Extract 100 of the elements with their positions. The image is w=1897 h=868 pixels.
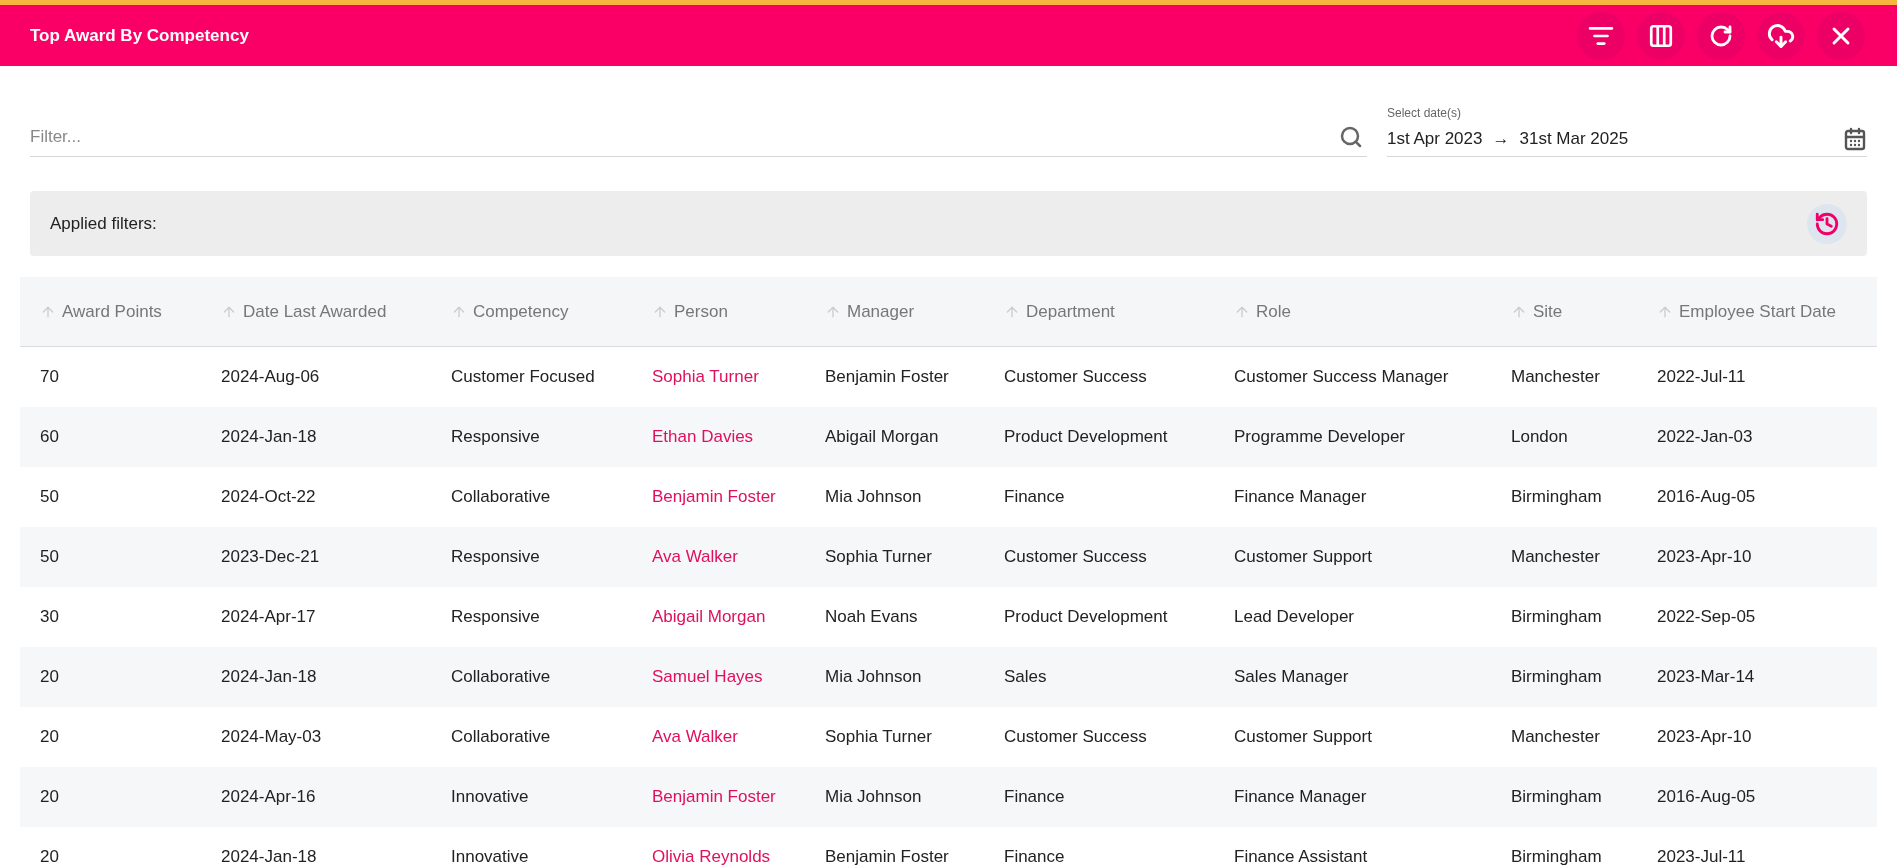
- table-cell-text: Birmingham: [1510, 486, 1603, 509]
- filter-icon[interactable]: [1577, 11, 1625, 60]
- table-cell-text: 2024-Jan-18: [220, 666, 318, 689]
- person-link[interactable]: Ava Walker: [632, 544, 805, 570]
- table-cell-text: Birmingham: [1510, 846, 1603, 868]
- table-cell-text: Responsive: [450, 606, 541, 629]
- person-link[interactable]: Ethan Davies: [632, 424, 805, 450]
- column-header[interactable]: Site: [1491, 298, 1637, 325]
- field-label: Select date(s): [1387, 105, 1463, 122]
- columns-icon[interactable]: [1637, 11, 1685, 60]
- table-cell-text: Customer Success: [1003, 546, 1148, 569]
- table-cell-text: 2016-Aug-05: [1656, 786, 1757, 809]
- arrow-text: →: [1492, 128, 1510, 151]
- table-cell-text: 20: [39, 786, 60, 809]
- table-cell-text: 60: [39, 426, 60, 449]
- column-header[interactable]: Person: [632, 298, 805, 325]
- table-cell-text: Sales Manager: [1233, 666, 1350, 689]
- table-cell-text: 2024-May-03: [220, 726, 323, 749]
- table-cell-text: Mia Johnson: [824, 786, 923, 809]
- table-cell-text: 2024-Apr-16: [220, 786, 317, 809]
- table-cell-text: Lead Developer: [1233, 606, 1356, 629]
- search-icon[interactable]: [1339, 124, 1363, 149]
- table-cell-text: 50: [39, 486, 60, 509]
- person-link[interactable]: Benjamin Foster: [632, 484, 805, 510]
- table-cell-text: Customer Success: [1003, 726, 1148, 749]
- person-link[interactable]: Benjamin Foster: [632, 784, 805, 810]
- table-cell-text: Manchester: [1510, 366, 1601, 389]
- person-link[interactable]: Abigail Morgan: [632, 604, 805, 630]
- filter-field[interactable]: Filter...: [30, 123, 1339, 150]
- table-cell-text: 2024-Oct-22: [220, 486, 317, 509]
- table-cell-text: 20: [39, 846, 60, 868]
- table-cell-text: 2016-Aug-05: [1656, 486, 1757, 509]
- table-cell-text: Finance Manager: [1233, 786, 1368, 809]
- table-cell-text: Collaborative: [450, 726, 552, 749]
- table-cell-text: 2022-Jul-11: [1656, 366, 1747, 389]
- table-cell-text: 2023-Mar-14: [1656, 666, 1756, 689]
- table-cell-text: Benjamin Foster: [824, 366, 950, 389]
- table-cell-text: Product Development: [1003, 426, 1169, 449]
- column-header[interactable]: Department: [984, 298, 1214, 325]
- table-cell-text: Customer Support: [1233, 546, 1373, 569]
- table-cell-text: Customer Success Manager: [1233, 366, 1450, 389]
- refresh-icon[interactable]: [1697, 11, 1745, 60]
- table-cell-text: 2023-Jul-11: [1656, 846, 1747, 868]
- table-cell-text: Collaborative: [450, 486, 552, 509]
- date-range-field[interactable]: Select date(s) 1st Apr 2023 → 31st Mar 2025: [1387, 104, 1867, 157]
- table-cell-text: 30: [39, 606, 60, 629]
- table-cell-text: Mia Johnson: [824, 486, 923, 509]
- table-cell-text: 2022-Sep-05: [1656, 606, 1757, 629]
- reset-history-icon[interactable]: [1807, 203, 1847, 244]
- table-cell-text: 50: [39, 546, 60, 569]
- table-cell-text: Innovative: [450, 786, 530, 809]
- table-cell-text: 2023-Dec-21: [220, 546, 321, 569]
- table-cell-text: 2022-Jan-03: [1656, 426, 1754, 449]
- table-cell-text: Finance Manager: [1233, 486, 1368, 509]
- table-cell-text: Customer Support: [1233, 726, 1373, 749]
- person-link[interactable]: Olivia Reynolds: [632, 844, 805, 868]
- column-header[interactable]: Award Points: [20, 298, 201, 325]
- table-cell-text: Birmingham: [1510, 786, 1603, 809]
- table-cell-text: 20: [39, 726, 60, 749]
- table-cell-text: 2024-Apr-17: [220, 606, 317, 629]
- table-cell-text: Manchester: [1510, 726, 1601, 749]
- table-cell-text: London: [1510, 426, 1569, 449]
- table-cell-text: Sophia Turner: [824, 546, 933, 569]
- table-cell-text: 2024-Jan-18: [220, 426, 318, 449]
- column-header[interactable]: Competency: [431, 298, 632, 325]
- table-cell-text: Finance: [1003, 786, 1066, 809]
- table-cell-text: Abigail Morgan: [824, 426, 940, 449]
- table-cell-text: Manchester: [1510, 546, 1601, 569]
- calendar-icon[interactable]: [1843, 127, 1867, 151]
- table-cell-text: Customer Success: [1003, 366, 1148, 389]
- table-cell-text: Sophia Turner: [824, 726, 933, 749]
- start-date: 1st Apr 2023: [1387, 128, 1483, 151]
- table-cell-text: Benjamin Foster: [824, 846, 950, 868]
- table-cell-text: Product Development: [1003, 606, 1169, 629]
- column-header[interactable]: Manager: [805, 298, 984, 325]
- table-cell-text: Customer Focused: [450, 366, 596, 389]
- table-cell-text: 2024-Aug-06: [220, 366, 321, 389]
- window-title: Top Award By Competency: [30, 24, 249, 47]
- table-cell-text: Finance: [1003, 486, 1066, 509]
- column-header[interactable]: Date Last Awarded: [201, 298, 431, 325]
- person-link[interactable]: Ava Walker: [632, 724, 805, 750]
- table-cell-text: Mia Johnson: [824, 666, 923, 689]
- person-link[interactable]: Samuel Hayes: [632, 664, 805, 690]
- table-cell-text: Noah Evans: [824, 606, 919, 629]
- close-icon[interactable]: [1817, 11, 1865, 60]
- table-cell-text: 2023-Apr-10: [1656, 726, 1753, 749]
- table-cell-text: Finance: [1003, 846, 1066, 868]
- column-header[interactable]: Employee Start Date: [1637, 298, 1880, 325]
- table-cell-text: Programme Developer: [1233, 426, 1406, 449]
- column-header[interactable]: Role: [1214, 298, 1491, 325]
- end-date: 31st Mar 2025: [1519, 128, 1629, 151]
- table-cell-text: Sales: [1003, 666, 1048, 689]
- applied-filters-label: Applied filters:: [50, 212, 157, 235]
- table-cell-text: Collaborative: [450, 666, 552, 689]
- cloud-download-icon[interactable]: [1757, 11, 1805, 60]
- table-cell-text: 2024-Jan-18: [220, 846, 318, 868]
- person-link[interactable]: Sophia Turner: [632, 364, 805, 390]
- table-cell-text: Birmingham: [1510, 606, 1603, 629]
- table-cell-text: Finance Assistant: [1233, 846, 1369, 868]
- table-cell-text: 20: [39, 666, 60, 689]
